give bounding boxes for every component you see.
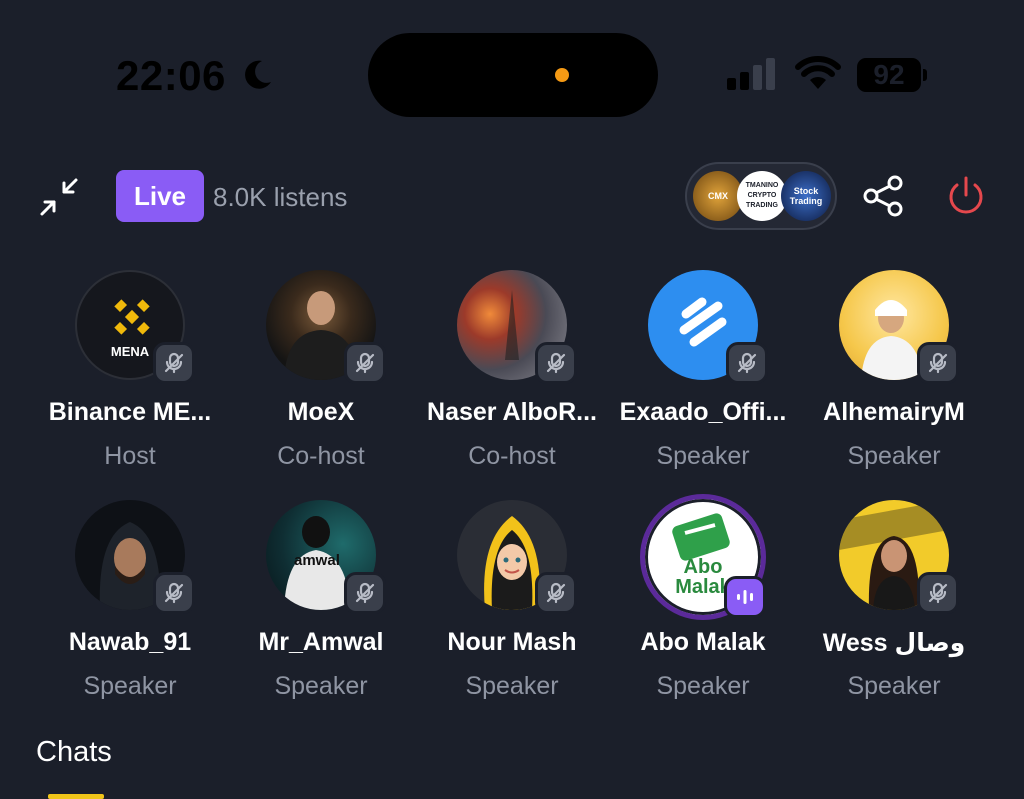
chats-heading[interactable]: Chats <box>36 736 112 769</box>
participant-alhemairym[interactable]: AlhemairyM Speaker <box>799 270 989 470</box>
participant-naser-albor[interactable]: Naser AlboR... Co-host <box>417 270 607 470</box>
participant-role: Speaker <box>847 672 941 700</box>
stock-trading-logo: Stock Trading <box>781 171 831 221</box>
mic-off-icon <box>153 342 195 384</box>
dynamic-island <box>368 33 658 117</box>
mic-off-icon <box>344 342 386 384</box>
participant-role: Speaker <box>847 442 941 470</box>
participant-name: Naser AlboR... <box>427 398 597 426</box>
participant-name: AlhemairyM <box>823 398 965 426</box>
participant-name: Nour Mash <box>447 628 577 656</box>
mic-off-icon <box>917 572 959 614</box>
community-avatars[interactable]: CMX TMANINO CRYPTO TRADING Stock Trading <box>685 162 837 230</box>
mic-off-icon <box>535 572 577 614</box>
wifi-icon <box>795 56 841 89</box>
avatar-text: amwal <box>294 552 340 569</box>
participant-name: Abo Malak <box>640 628 766 656</box>
share-icon[interactable] <box>862 174 906 218</box>
participant-role: Speaker <box>83 672 177 700</box>
participant-role: Co-host <box>468 442 556 470</box>
participant-wess[interactable]: Wess وصال Speaker <box>799 500 989 700</box>
mic-off-icon <box>917 342 959 384</box>
privacy-indicator <box>555 68 569 82</box>
live-badge: Live <box>116 170 204 222</box>
participant-name: Binance ME... <box>48 398 212 426</box>
participant-name: Mr_Amwal <box>258 628 384 656</box>
participant-role: Speaker <box>656 442 750 470</box>
participant-mr-amwal[interactable]: amwal Mr_Amwal Speaker <box>226 500 416 700</box>
bitcoin-logo: TMANINO CRYPTO TRADING <box>737 171 787 221</box>
status-time: 22:06 <box>116 52 226 99</box>
signal-icon <box>727 58 775 90</box>
mic-off-icon <box>153 572 195 614</box>
participant-abo-malak[interactable]: Abo Malak Abo Malak Speaker <box>608 494 798 700</box>
participant-exaado[interactable]: Exaado_Offi... Speaker <box>608 270 798 470</box>
participant-name: Wess وصال <box>822 629 966 657</box>
listener-count: 8.0K listens <box>213 182 348 212</box>
participant-nawab-91[interactable]: Nawab_91 Speaker <box>35 500 225 700</box>
battery-icon: 92 <box>857 58 921 92</box>
participant-name: Exaado_Offi... <box>619 398 787 426</box>
mic-off-icon <box>726 342 768 384</box>
moon-icon <box>245 60 271 89</box>
cmx-logo: CMX <box>693 171 743 221</box>
participant-role: Host <box>104 442 156 470</box>
minimize-icon[interactable] <box>38 176 80 218</box>
participant-role: Speaker <box>656 672 750 700</box>
power-icon[interactable] <box>944 174 988 218</box>
participant-binance-mena[interactable]: MENA Binance ME... Host <box>35 270 225 470</box>
participant-role: Speaker <box>465 672 559 700</box>
participant-role: Speaker <box>274 672 368 700</box>
participant-moex[interactable]: MoeX Co-host <box>226 270 416 470</box>
mic-off-icon <box>344 572 386 614</box>
tab-indicator <box>48 794 104 799</box>
battery-tip <box>923 69 927 81</box>
speaking-icon <box>724 576 766 618</box>
participant-name: Nawab_91 <box>68 628 192 656</box>
participant-nour-mash[interactable]: Nour Mash Speaker <box>417 500 607 700</box>
mic-off-icon <box>535 342 577 384</box>
participant-role: Co-host <box>277 442 365 470</box>
participant-name: MoeX <box>287 398 355 426</box>
